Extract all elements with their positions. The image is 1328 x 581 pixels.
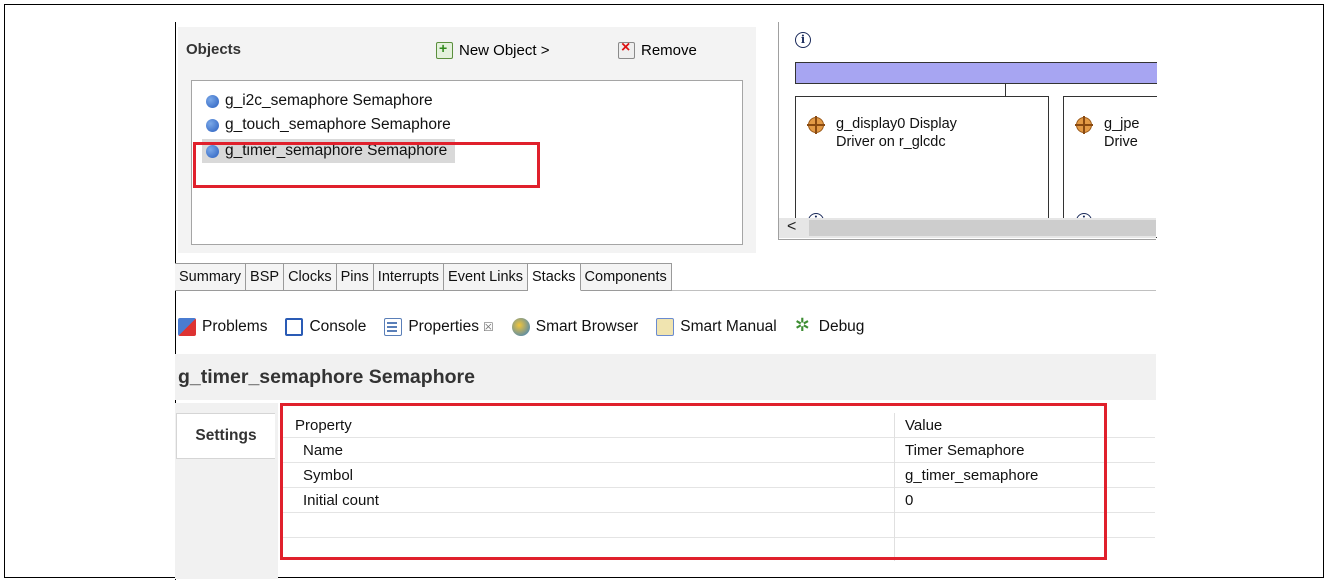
semaphore-icon xyxy=(206,94,219,108)
tab-components[interactable]: Components xyxy=(580,263,672,291)
new-object-button[interactable]: New Object > xyxy=(436,39,549,61)
new-object-label: New Object > xyxy=(459,41,550,59)
stack-diagram-panel: i g_display0 Display Driver on r_glcdc i… xyxy=(778,22,1157,240)
connector-line xyxy=(1005,84,1006,96)
list-item-label: g_touch_semaphore Semaphore xyxy=(225,116,451,133)
view-debug-label: Debug xyxy=(818,318,865,335)
view-smart-browser[interactable]: Smart Browser xyxy=(511,318,639,336)
tab-bsp[interactable]: BSP xyxy=(246,263,285,291)
view-smart-manual[interactable]: Smart Manual xyxy=(656,318,777,336)
driver-block-display[interactable]: g_display0 Display Driver on r_glcdc i xyxy=(795,96,1049,238)
tab-clocks[interactable]: Clocks xyxy=(284,263,337,291)
view-properties-label: Properties xyxy=(408,318,479,335)
tab-stacks[interactable]: Stacks xyxy=(528,263,581,291)
list-item[interactable]: g_touch_semaphore Semaphore xyxy=(206,113,451,137)
driver-block-jpeg[interactable]: g_jpe Drive i xyxy=(1063,96,1157,238)
info-icon[interactable]: i xyxy=(795,32,811,48)
tab-interrupts[interactable]: Interrupts xyxy=(373,263,445,291)
remove-button[interactable]: Remove xyxy=(618,39,697,61)
highlight-box-properties xyxy=(280,403,1107,560)
views-bar: Problems Console Properties ☒ Smart Brow… xyxy=(178,314,864,340)
console-icon xyxy=(285,318,304,336)
module-icon xyxy=(807,116,825,134)
scroll-left-icon[interactable]: < xyxy=(787,218,796,236)
view-smart-browser-label: Smart Browser xyxy=(535,318,639,335)
module-icon xyxy=(1075,116,1093,134)
list-item-label: g_i2c_semaphore Semaphore xyxy=(225,92,433,109)
properties-icon xyxy=(384,318,403,336)
driver-title: g_jpe Drive xyxy=(1104,116,1140,150)
objects-header: Objects xyxy=(186,41,242,58)
remove-icon xyxy=(618,39,635,59)
tab-event-links[interactable]: Event Links xyxy=(444,263,529,291)
debug-icon xyxy=(795,315,813,336)
tab-settings[interactable]: Settings xyxy=(176,413,275,459)
view-properties[interactable]: Properties ☒ xyxy=(384,318,494,336)
tab-summary[interactable]: Summary xyxy=(175,263,247,291)
view-problems[interactable]: Problems xyxy=(178,318,267,336)
objects-panel: Objects New Object > Remove g_i2c_semaph… xyxy=(178,27,756,253)
thread-bar xyxy=(795,62,1157,84)
configurator-tabs: Summary BSP Clocks Pins Interrupts Event… xyxy=(175,263,672,291)
highlight-box-selected-object xyxy=(193,142,540,188)
smart-manual-icon xyxy=(656,318,675,336)
problems-icon xyxy=(178,318,196,336)
view-smart-manual-label: Smart Manual xyxy=(680,318,777,335)
smart-browser-icon xyxy=(511,318,530,336)
remove-label: Remove xyxy=(641,41,697,59)
semaphore-icon xyxy=(206,118,219,132)
view-console-label: Console xyxy=(309,318,367,335)
properties-title: g_timer_semaphore Semaphore xyxy=(178,366,475,388)
new-object-icon xyxy=(436,40,453,59)
driver-title: g_display0 Display Driver on r_glcdc xyxy=(836,116,957,150)
scroll-thumb[interactable] xyxy=(809,220,1156,236)
view-console[interactable]: Console xyxy=(285,318,366,336)
horizontal-scrollbar[interactable]: < xyxy=(779,218,1156,238)
close-icon[interactable]: ☒ xyxy=(483,320,494,334)
view-debug[interactable]: Debug xyxy=(795,315,865,336)
list-item[interactable]: g_i2c_semaphore Semaphore xyxy=(206,89,433,113)
tab-pins[interactable]: Pins xyxy=(336,263,374,291)
view-problems-label: Problems xyxy=(202,318,268,335)
